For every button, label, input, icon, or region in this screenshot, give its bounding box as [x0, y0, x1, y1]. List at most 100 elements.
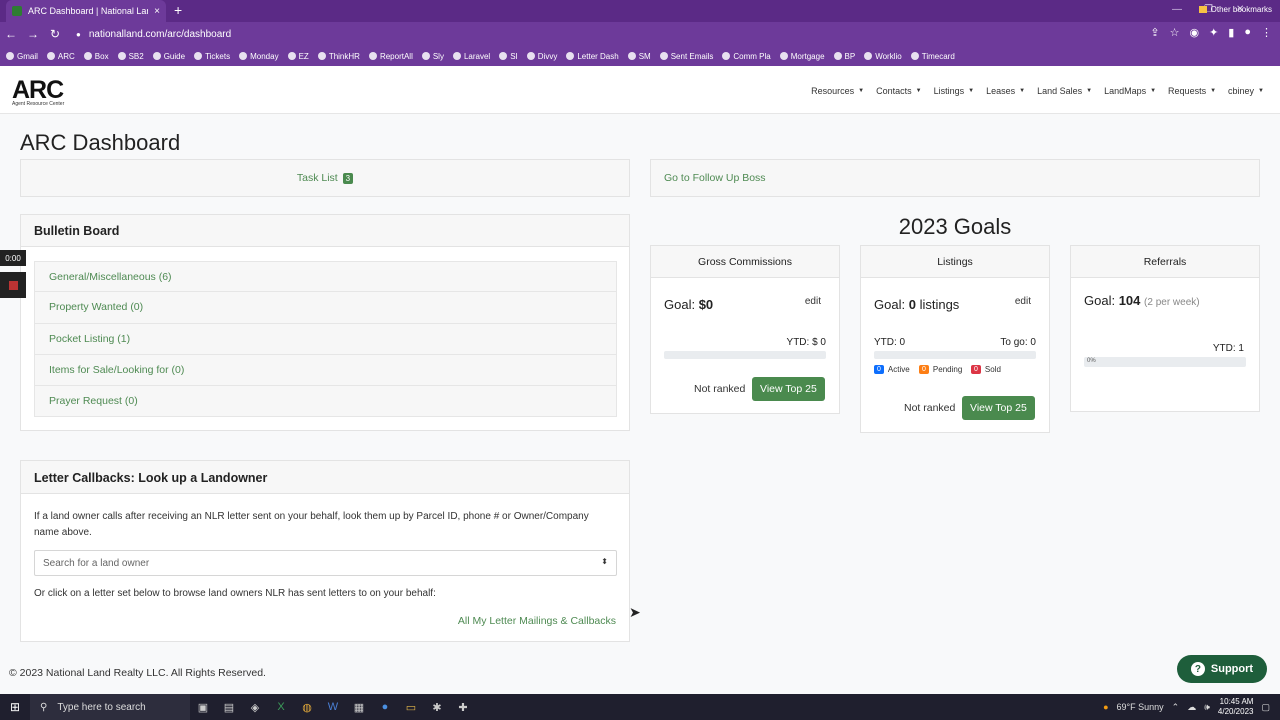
support-button[interactable]: ? Support — [1177, 655, 1267, 683]
bulletin-item[interactable]: Items for Sale/Looking for (0) — [34, 354, 617, 387]
chrome-icon[interactable]: ◍ — [294, 694, 320, 720]
task-list-link[interactable]: Task List 3 — [296, 172, 354, 184]
caret-down-icon: ▼ — [1150, 88, 1157, 94]
puzzle-icon[interactable]: ✦ — [1209, 26, 1218, 39]
file-icon[interactable]: ▤ — [216, 694, 242, 720]
bookmark-item[interactable]: Mortgage — [779, 52, 825, 61]
new-tab-button[interactable]: + — [174, 3, 182, 17]
bulletin-item[interactable]: Prayer Request (0) — [34, 386, 617, 418]
gross-view-top25-button[interactable]: View Top 25 — [752, 377, 825, 401]
word-icon[interactable]: W — [320, 694, 346, 720]
tray-chevron-icon[interactable]: ⌃ — [1172, 702, 1180, 713]
bookmark-item[interactable]: Tickets — [194, 52, 230, 61]
letter-set-instructions: Or click on a letter set below to browse… — [34, 588, 436, 599]
zoom-icon[interactable]: ● — [372, 694, 398, 720]
notification-icon[interactable]: ▢ — [1261, 702, 1270, 713]
stop-icon — [8, 280, 18, 290]
reload-icon[interactable]: ↻ — [44, 27, 66, 41]
bookmark-item[interactable]: Letter Dash — [566, 52, 619, 61]
bulletin-item[interactable]: Property Wanted (0) — [34, 292, 617, 324]
edit-listings-goal-button[interactable]: edit — [1009, 294, 1037, 309]
volume-icon[interactable]: 🕪 — [1204, 702, 1210, 713]
bulletin-item-label[interactable]: Prayer Request (0) — [49, 395, 138, 407]
bookmark-item[interactable]: SB2 — [117, 52, 144, 61]
browser-menu-icon[interactable]: ⋮ — [1261, 26, 1272, 39]
file-explorer-icon[interactable]: ▭ — [398, 694, 424, 720]
bulletin-item[interactable]: Pocket Listing (1) — [34, 323, 617, 355]
nav-item-land-sales[interactable]: Land Sales ▼ — [1037, 86, 1092, 96]
windows-start-icon[interactable]: ⊞ — [0, 700, 30, 714]
settings-icon[interactable]: ✱ — [424, 694, 450, 720]
wifi-icon[interactable]: ☁ — [1187, 702, 1196, 713]
bookmark-item[interactable]: Monday — [239, 52, 279, 61]
bookmark-favicon-icon — [83, 52, 92, 60]
bookmark-item[interactable]: Worklio — [864, 52, 902, 61]
bookmark-star-icon[interactable]: ☆ — [1170, 26, 1180, 39]
taskbar-search[interactable]: ⚲ Type here to search — [30, 694, 190, 720]
bookmark-item[interactable]: Sent Emails — [659, 52, 713, 61]
bookmark-item[interactable]: SI — [499, 52, 518, 61]
bookmark-label: Tickets — [205, 51, 231, 61]
bulletin-item-label[interactable]: Pocket Listing (1) — [49, 333, 130, 345]
gross-progress-bar — [664, 351, 826, 359]
bookmark-favicon-icon — [194, 52, 203, 60]
slack-icon[interactable]: ✚ — [450, 694, 476, 720]
extension-icon[interactable]: ◉ — [1189, 26, 1199, 39]
other-bookmarks[interactable]: Other bookmarks — [1198, 5, 1272, 14]
bulletin-item-label[interactable]: Property Wanted (0) — [49, 301, 143, 313]
forward-icon[interactable]: → — [22, 27, 44, 41]
bookmark-item[interactable]: Sly — [421, 52, 444, 61]
nav-item-label: Leases — [986, 86, 1016, 96]
edit-gross-goal-button[interactable]: edit — [799, 294, 827, 309]
minimize-icon[interactable]: — — [1172, 4, 1182, 15]
back-icon[interactable]: ← — [0, 27, 22, 41]
nav-item-leases[interactable]: Leases ▼ — [986, 86, 1025, 96]
share-icon[interactable]: ⇪ — [1150, 26, 1159, 39]
follow-up-boss-link[interactable]: Go to Follow Up Boss — [664, 172, 766, 184]
arc-logo[interactable]: ARC Agent Resource Center — [12, 78, 64, 108]
nav-item-listings[interactable]: Listings ▼ — [934, 86, 974, 96]
task-list-label: Task List — [296, 172, 338, 184]
nav-item-resources[interactable]: Resources ▼ — [811, 86, 864, 96]
active-label: Active — [887, 365, 910, 374]
bookmark-item[interactable]: EZ — [287, 51, 309, 61]
url-field[interactable]: ● nationalland.com/arc/dashboard — [76, 29, 231, 40]
listings-ytd: YTD: 0 — [874, 337, 906, 348]
bulletin-item[interactable]: General/Miscellaneous (6) — [34, 261, 617, 293]
app-icon[interactable]: ◈ — [242, 694, 268, 720]
landowner-search-select[interactable]: Search for a land owner ⬍ — [34, 550, 617, 576]
taskbar-clock[interactable]: 10:45 AM 4/20/2023 — [1218, 697, 1254, 717]
weather-text[interactable]: 69°F Sunny — [1117, 702, 1164, 712]
bookmark-item[interactable]: Box — [83, 52, 109, 61]
bookmark-item[interactable]: Divvy — [526, 52, 557, 61]
bookmark-favicon-icon — [499, 52, 508, 60]
bookmark-item[interactable]: Guide — [152, 52, 185, 61]
bookmark-item[interactable]: Gmail — [6, 52, 38, 61]
browser-tab[interactable]: ARC Dashboard | National Land × — [6, 0, 166, 22]
nav-item-requests[interactable]: Requests ▼ — [1168, 86, 1216, 96]
bookmark-item[interactable]: Comm Pla — [722, 52, 771, 61]
bookmark-favicon-icon — [46, 52, 55, 60]
nav-item-cbiney[interactable]: cbiney ▼ — [1228, 86, 1264, 96]
bookmark-item[interactable]: Timecard — [910, 52, 955, 61]
stop-recording-button[interactable] — [0, 272, 26, 298]
bookmark-item[interactable]: SM — [627, 52, 651, 61]
bulletin-item-label[interactable]: Items for Sale/Looking for (0) — [49, 364, 184, 376]
bulletin-item-label[interactable]: General/Miscellaneous (6) — [49, 271, 172, 283]
bookmark-item[interactable]: ThinkHR — [317, 52, 360, 61]
tab-close-icon[interactable]: × — [154, 6, 160, 17]
all-letter-mailings-link[interactable]: All My Letter Mailings & Callbacks — [458, 615, 616, 627]
sidepanel-icon[interactable]: ▮ — [1228, 26, 1234, 39]
nav-item-contacts[interactable]: Contacts ▼ — [876, 86, 921, 96]
excel-icon[interactable]: X — [268, 694, 294, 720]
task-view-icon[interactable]: ▣ — [190, 694, 216, 720]
listings-view-top25-button[interactable]: View Top 25 — [962, 396, 1035, 420]
bookmark-item[interactable]: Laravel — [452, 52, 490, 61]
bookmark-label: EZ — [298, 51, 309, 61]
calculator-icon[interactable]: ▦ — [346, 694, 372, 720]
bookmark-item[interactable]: ReportAll — [368, 52, 413, 61]
bookmark-item[interactable]: BP — [833, 52, 855, 61]
profile-avatar-icon[interactable]: ● — [1244, 26, 1251, 39]
bookmark-item[interactable]: ARC — [46, 52, 75, 61]
nav-item-landmaps[interactable]: LandMaps ▼ — [1104, 86, 1156, 96]
